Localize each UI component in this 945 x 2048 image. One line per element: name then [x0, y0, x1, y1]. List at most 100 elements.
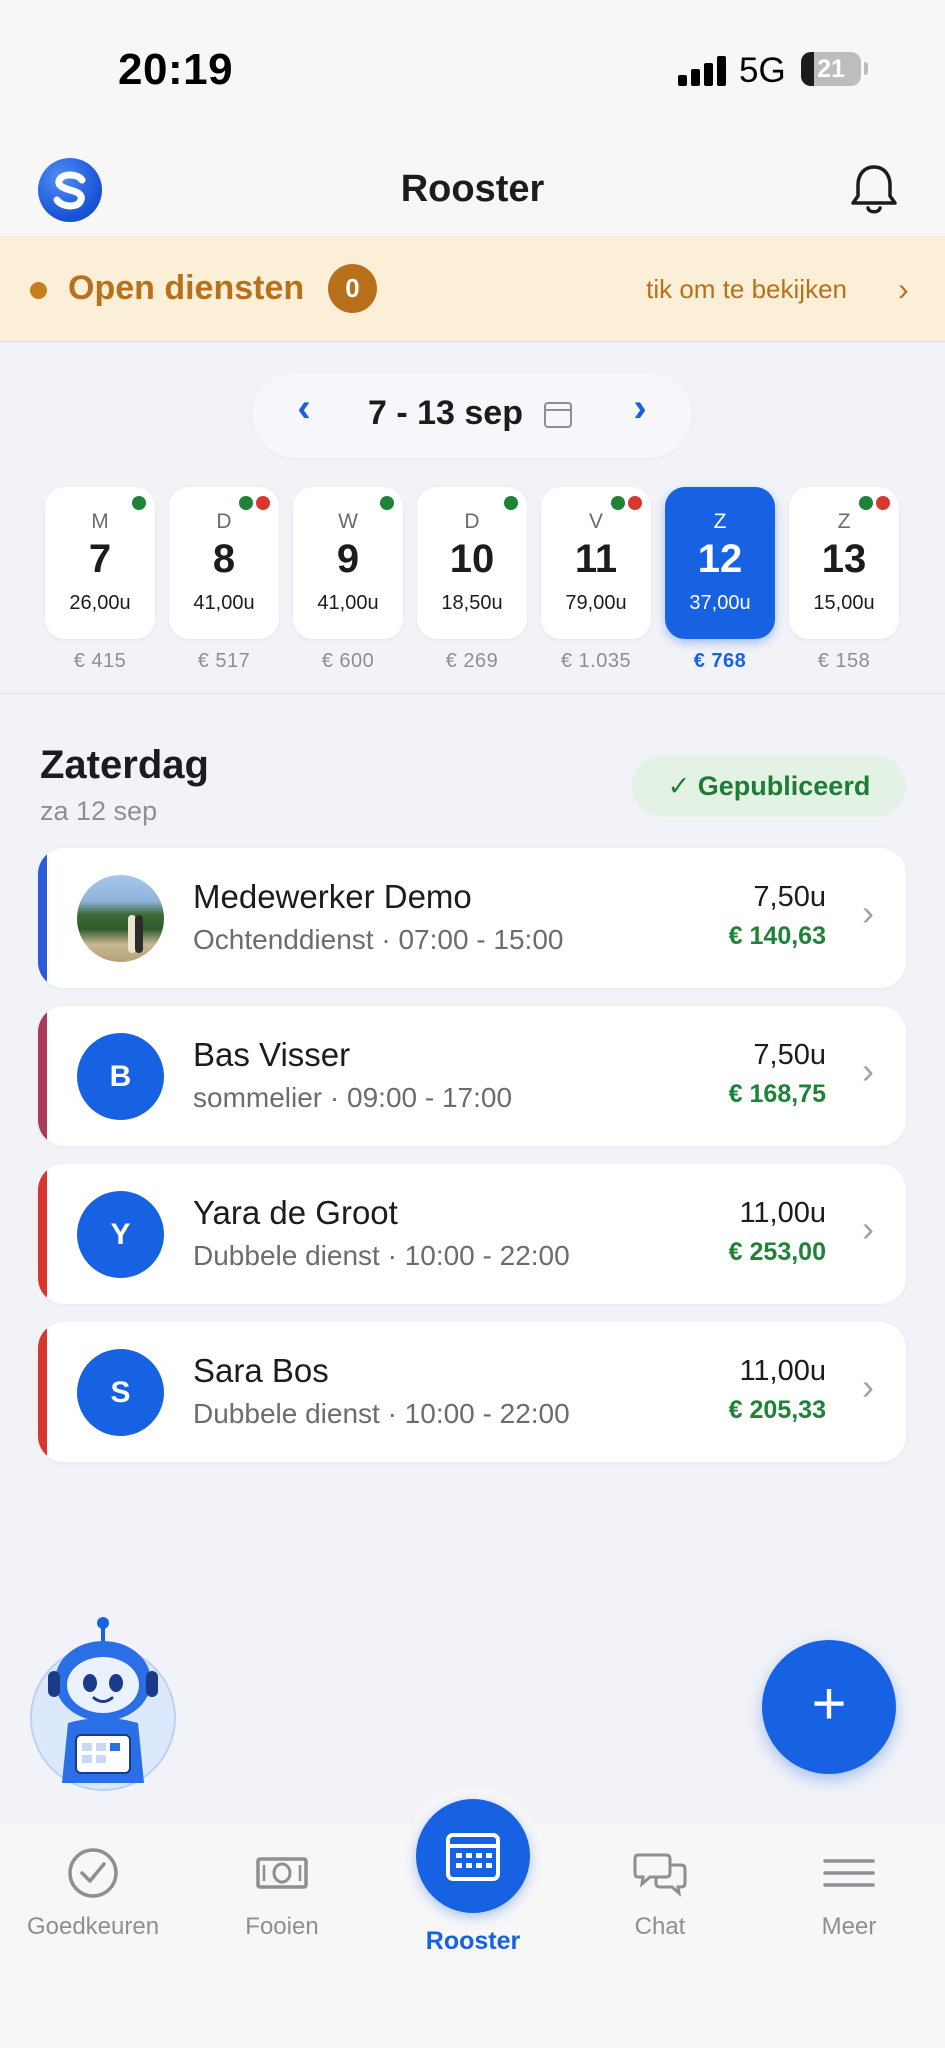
- shift-detail: sommelier · 09:00 - 17:00: [193, 1082, 513, 1113]
- avatar-figure: [135, 915, 143, 953]
- employee-name: Medewerker Demo: [193, 878, 472, 915]
- day-status-dots: [611, 496, 642, 510]
- add-shift-button[interactable]: +: [762, 1640, 896, 1774]
- chevron-right-icon: ›: [862, 1050, 874, 1091]
- published-badge: ✓ Gepubliceerd: [632, 755, 906, 817]
- status-dot: [239, 496, 253, 510]
- day-hours: 18,50u: [441, 592, 503, 614]
- shift-accent-bar: [38, 1164, 47, 1304]
- status-dot: [859, 496, 873, 510]
- avatar: [77, 875, 164, 962]
- shift-accent-bar: [38, 848, 47, 988]
- day-number: 12: [697, 537, 743, 581]
- status-dot: [876, 496, 890, 510]
- day-number: 10: [449, 537, 495, 581]
- bell-icon[interactable]: [848, 162, 900, 218]
- tab-label: Chat: [634, 1913, 686, 1940]
- assistant-bot-icon[interactable]: [28, 1613, 178, 1793]
- shift-hours: 7,50u: [753, 881, 826, 913]
- open-shifts-count-badge: 0: [328, 264, 377, 313]
- day-letter: D: [464, 510, 480, 533]
- open-shifts-dot: [30, 282, 47, 299]
- shift-hours: 7,50u: [753, 1039, 826, 1071]
- shift-hours: 11,00u: [739, 1197, 826, 1229]
- calendar-icon[interactable]: [544, 402, 572, 428]
- tab-chat[interactable]: Chat: [575, 1845, 745, 1941]
- shift-pay: € 253,00: [728, 1238, 826, 1266]
- day-hours: 41,00u: [193, 592, 255, 614]
- tab-label-rooster[interactable]: Rooster: [388, 1927, 558, 1956]
- avatar: S: [77, 1349, 164, 1436]
- open-shifts-link[interactable]: tik om te bekijken: [646, 274, 847, 305]
- shift-card[interactable]: B Bas Visser sommelier · 09:00 - 17:00 7,50…: [38, 1006, 906, 1146]
- avatar: B: [77, 1033, 164, 1120]
- shift-accent-bar: [38, 1322, 47, 1462]
- status-dot: [380, 496, 394, 510]
- open-shifts-banner[interactable]: Open diensten 0 tik om te bekijken ›: [0, 236, 945, 342]
- shift-pay: € 140,63: [728, 922, 826, 950]
- tab-fooien[interactable]: Fooien: [197, 1845, 367, 1941]
- day-hours: 41,00u: [317, 592, 379, 614]
- tab-meer[interactable]: Meer: [764, 1845, 934, 1941]
- tab-goedkeuren[interactable]: Goedkeuren: [8, 1845, 178, 1941]
- calendar-grid-icon: [446, 1833, 500, 1881]
- open-shifts-title: Open diensten: [68, 269, 305, 307]
- next-week-button[interactable]: ›: [620, 386, 660, 431]
- shift-detail: Ochtenddienst · 07:00 - 15:00: [193, 924, 564, 955]
- app-header: Rooster: [0, 130, 945, 236]
- day-status-dots: [504, 496, 518, 510]
- day-card[interactable]: W 9 41,00u: [293, 487, 403, 639]
- day-card[interactable]: D 10 18,50u: [417, 487, 527, 639]
- status-dot: [132, 496, 146, 510]
- day-cost: € 269: [445, 650, 499, 672]
- battery-nub: [864, 62, 868, 75]
- day-status-dots: [132, 496, 146, 510]
- avatar: Y: [77, 1191, 164, 1278]
- previous-week-button[interactable]: ‹: [284, 386, 324, 431]
- day-status-dots: [239, 496, 270, 510]
- employee-name: Sara Bos: [193, 1352, 329, 1389]
- tab-rooster[interactable]: [416, 1799, 530, 1913]
- day-cost: € 600: [321, 650, 375, 672]
- shift-card[interactable]: Medewerker Demo Ochtenddienst · 07:00 - 1…: [38, 848, 906, 988]
- divider: [0, 693, 945, 694]
- shift-detail: Dubbele dienst · 10:00 - 22:00: [193, 1240, 570, 1271]
- cellular-signal-icon: [678, 56, 728, 86]
- status-bar: 20:19 5G 21: [0, 0, 945, 130]
- day-letter: W: [338, 510, 358, 533]
- shift-card[interactable]: Y Yara de Groot Dubbele dienst · 10:00 - 2…: [38, 1164, 906, 1304]
- day-card[interactable]: D 8 41,00u: [169, 487, 279, 639]
- status-dot: [504, 496, 518, 510]
- shift-pay: € 168,75: [728, 1080, 826, 1108]
- day-hours: 15,00u: [813, 592, 875, 614]
- day-letter: M: [91, 510, 109, 533]
- day-card[interactable]: V 11 79,00u: [541, 487, 651, 639]
- day-letter: D: [216, 510, 232, 533]
- battery-level: 21: [817, 55, 845, 83]
- day-cost: € 768: [693, 650, 747, 672]
- day-number: 9: [336, 537, 360, 581]
- shift-hours: 11,00u: [739, 1355, 826, 1387]
- day-card[interactable]: M 7 26,00u: [45, 487, 155, 639]
- chevron-right-icon: ›: [898, 271, 909, 307]
- chat-bubbles-icon: [632, 1845, 688, 1901]
- day-title: Zaterdag: [40, 743, 209, 787]
- employee-name: Yara de Groot: [193, 1194, 398, 1231]
- day-status-dots: [380, 496, 394, 510]
- day-letter: Z: [837, 510, 851, 533]
- tab-bar: Goedkeuren Fooien Rooster Chat Meer: [0, 1787, 945, 2048]
- shift-card[interactable]: S Sara Bos Dubbele dienst · 10:00 - 22:00 1…: [38, 1322, 906, 1462]
- status-dot: [611, 496, 625, 510]
- day-card[interactable]: Z 13 15,00u: [789, 487, 899, 639]
- day-status-dots: [859, 496, 890, 510]
- chevron-right-icon: ›: [862, 892, 874, 933]
- battery-icon: 21: [801, 52, 861, 86]
- chevron-right-icon: ›: [862, 1366, 874, 1407]
- day-cost: € 158: [817, 650, 871, 672]
- day-card[interactable]: Z 12 37,00u: [665, 487, 775, 639]
- day-letter: V: [588, 510, 603, 533]
- week-range[interactable]: 7 - 13 sep: [368, 394, 523, 433]
- shift-pay: € 205,33: [728, 1396, 826, 1424]
- status-dot: [628, 496, 642, 510]
- employee-name: Bas Visser: [193, 1036, 351, 1073]
